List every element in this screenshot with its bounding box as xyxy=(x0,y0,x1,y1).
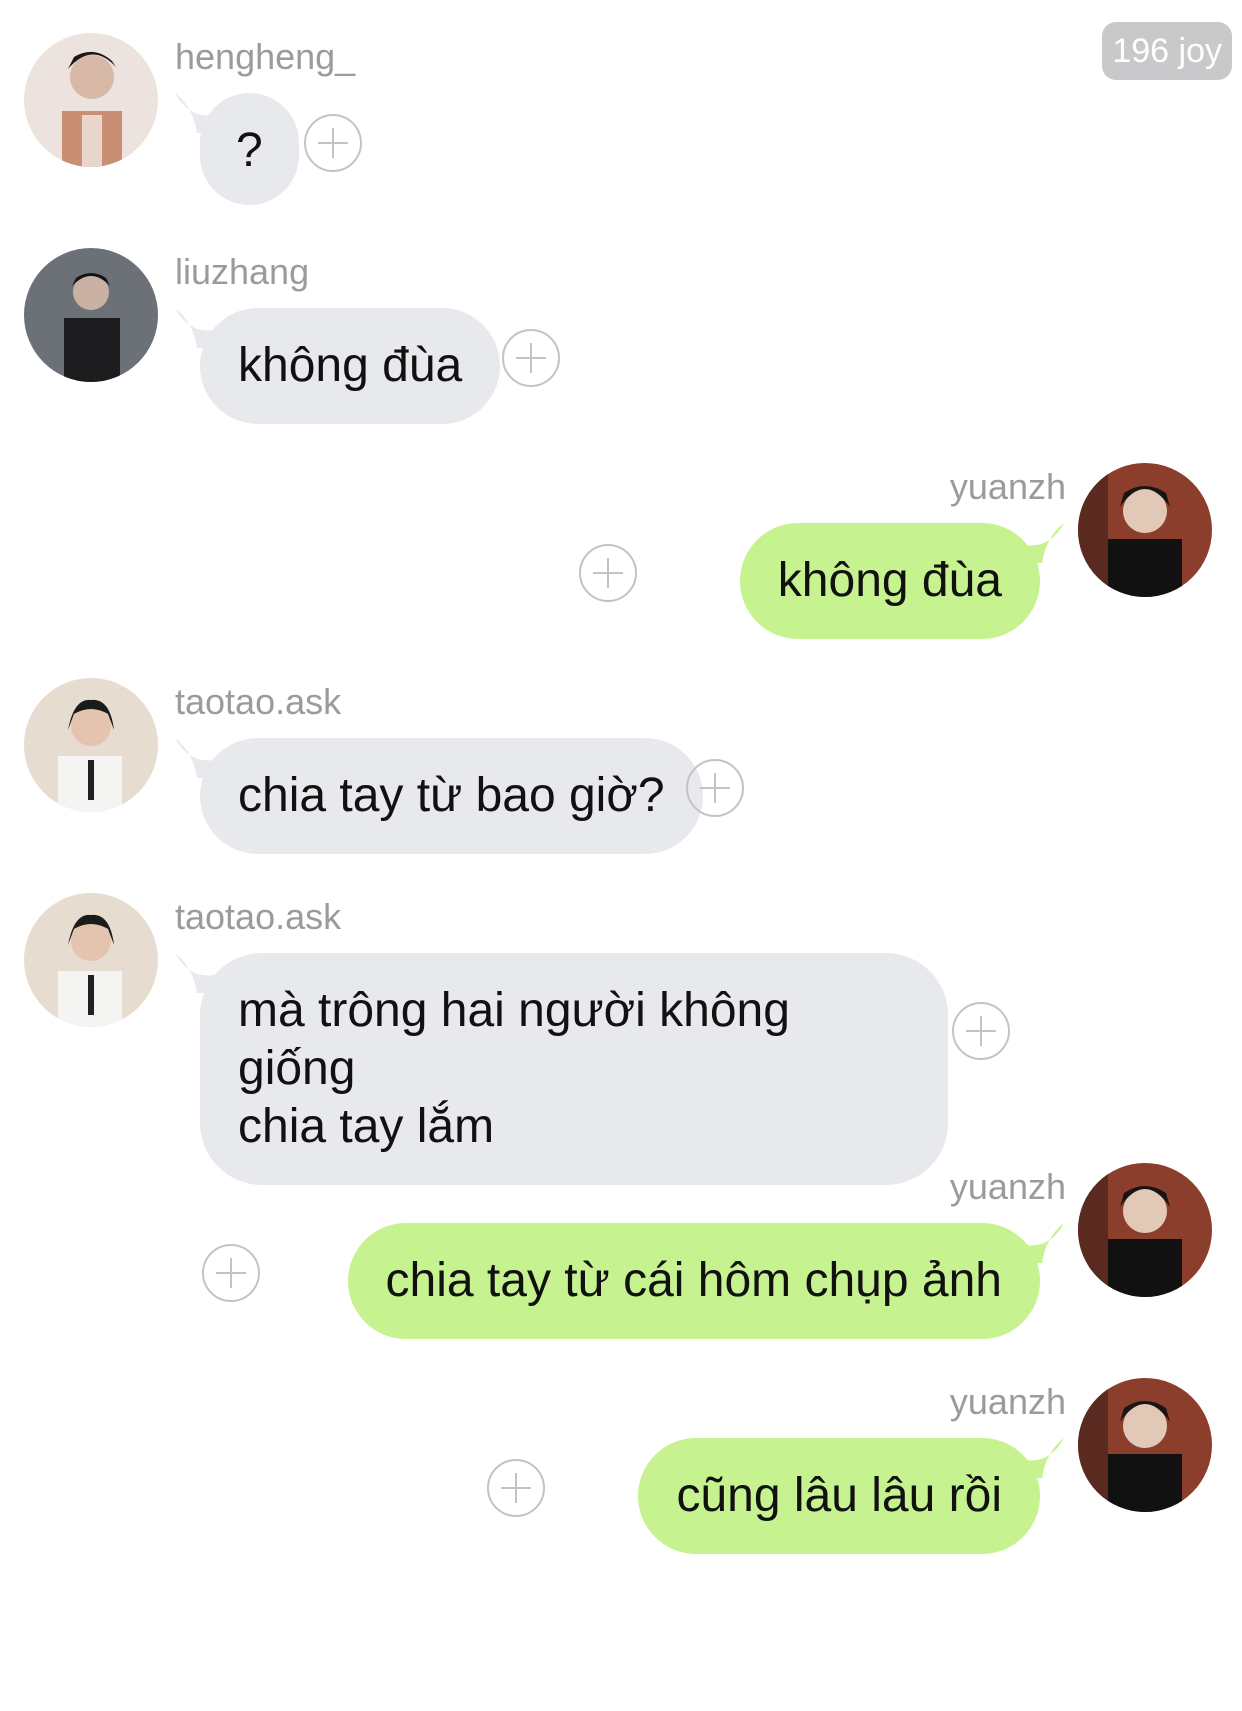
hengheng-avatar[interactable] xyxy=(24,33,158,167)
message-bubble[interactable]: không đùa xyxy=(200,308,501,424)
add-reaction-icon[interactable] xyxy=(952,1002,1010,1060)
sender-name: taotao.ask xyxy=(175,896,342,937)
message-bubble[interactable]: chia tay từ cái hôm chụp ảnh xyxy=(347,1223,1040,1339)
add-reaction-icon[interactable] xyxy=(487,1459,545,1517)
joy-badge: 196 joy xyxy=(1102,22,1232,80)
add-reaction-icon[interactable] xyxy=(502,329,560,387)
add-reaction-icon[interactable] xyxy=(579,544,637,602)
yuanzh-avatar[interactable] xyxy=(1078,1163,1212,1297)
message-bubble[interactable]: ? xyxy=(200,93,299,205)
sender-name: yuanzh xyxy=(949,1166,1066,1207)
sender-name: liuzhang xyxy=(175,251,310,292)
yuanzh-avatar[interactable] xyxy=(1078,463,1212,597)
taotao-avatar[interactable] xyxy=(24,678,158,812)
sender-name: hengheng_ xyxy=(175,36,356,77)
sender-name: yuanzh xyxy=(949,466,1066,507)
taotao-avatar[interactable] xyxy=(24,893,158,1027)
add-reaction-icon[interactable] xyxy=(686,759,744,817)
message-bubble[interactable]: mà trông hai người không giống chia tay … xyxy=(200,953,948,1185)
message-bubble[interactable]: cũng lâu lâu rồi xyxy=(638,1438,1040,1554)
sender-name: yuanzh xyxy=(949,1381,1066,1422)
message-bubble[interactable]: không đùa xyxy=(739,523,1040,639)
sender-name: taotao.ask xyxy=(175,681,342,722)
message-bubble[interactable]: chia tay từ bao giờ? xyxy=(200,738,703,854)
yuanzh-avatar[interactable] xyxy=(1078,1378,1212,1512)
add-reaction-icon[interactable] xyxy=(202,1244,260,1302)
add-reaction-icon[interactable] xyxy=(304,114,362,172)
liuzhang-avatar[interactable] xyxy=(24,248,158,382)
